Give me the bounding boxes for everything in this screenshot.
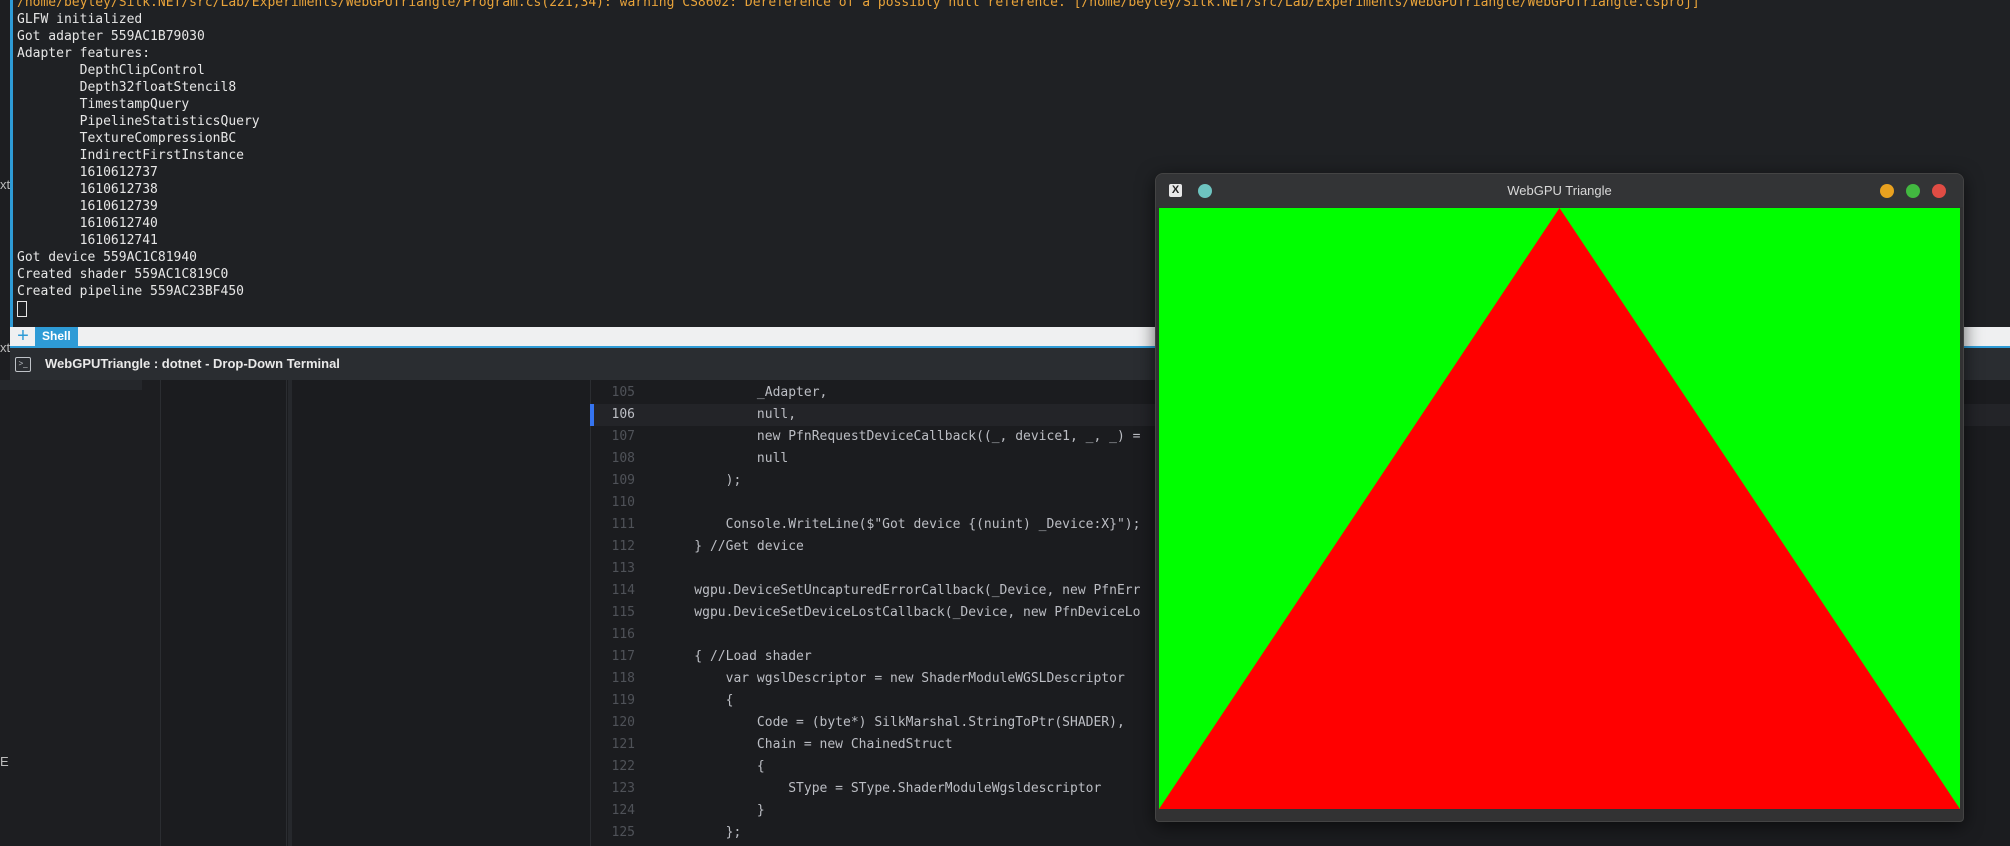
code-text: Console.WriteLine($"Got device {(nuint) … bbox=[663, 517, 1141, 532]
line-number: 117 bbox=[611, 649, 635, 664]
x-app-icon[interactable]: X bbox=[1169, 184, 1182, 197]
line-number: 119 bbox=[611, 693, 635, 708]
window-title: WebGPU Triangle bbox=[1507, 183, 1612, 198]
add-tab-button[interactable]: + bbox=[13, 326, 33, 346]
render-canvas[interactable] bbox=[1159, 208, 1960, 809]
line-number: 123 bbox=[611, 781, 635, 796]
code-text: ); bbox=[663, 473, 742, 488]
terminal-line: Got adapter 559AC1B79030 bbox=[17, 29, 205, 44]
terminal-line: TimestampQuery bbox=[17, 97, 190, 112]
line-number: 108 bbox=[611, 451, 635, 466]
line-number: 118 bbox=[611, 671, 635, 686]
terminal-line: Depth32floatStencil8 bbox=[17, 80, 237, 95]
tab-shell[interactable]: Shell bbox=[35, 327, 78, 346]
line-number: 113 bbox=[611, 561, 635, 576]
line-number: 111 bbox=[611, 517, 635, 532]
line-number: 121 bbox=[611, 737, 635, 752]
line-number: 109 bbox=[611, 473, 635, 488]
line-number: 107 bbox=[611, 429, 635, 444]
code-text: _Adapter, bbox=[663, 385, 828, 400]
code-text: SType = SType.ShaderModuleWgsldescriptor bbox=[663, 781, 1102, 796]
code-text: } bbox=[663, 803, 765, 818]
terminal-line: TextureCompressionBC bbox=[17, 131, 237, 146]
terminal-icon: >_ bbox=[15, 357, 31, 372]
webgpu-window[interactable]: WebGPU Triangle X bbox=[1155, 173, 1964, 822]
close-button[interactable] bbox=[1932, 184, 1946, 198]
line-number: 115 bbox=[611, 605, 635, 620]
webgpu-titlebar[interactable]: WebGPU Triangle X bbox=[1156, 174, 1963, 207]
line-number: 110 bbox=[611, 495, 635, 510]
maximize-button[interactable] bbox=[1906, 184, 1920, 198]
build-warning-line: /home/beyley/Silk.NET/src/Lab/Experiment… bbox=[17, 0, 1700, 10]
line-number: 106 bbox=[611, 407, 635, 422]
terminal-title: WebGPUTriangle : dotnet - Drop-Down Term… bbox=[45, 356, 340, 371]
code-text: }; bbox=[663, 825, 742, 840]
code-text: null, bbox=[663, 407, 797, 422]
line-number: 114 bbox=[611, 583, 635, 598]
panel-text-fragment: E bbox=[0, 754, 9, 769]
code-text: wgpu.DeviceSetUncapturedErrorCallback(_D… bbox=[663, 583, 1141, 598]
terminal-line: DepthClipControl bbox=[17, 63, 205, 78]
line-number: 122 bbox=[611, 759, 635, 774]
code-text: Code = (byte*) SilkMarshal.StringToPtr(S… bbox=[663, 715, 1125, 730]
code-text: new PfnRequestDeviceCallback((_, device1… bbox=[663, 429, 1141, 444]
code-line[interactable]: 125 }; bbox=[590, 822, 2010, 844]
panel-edge bbox=[0, 380, 142, 390]
line-number: 125 bbox=[611, 825, 635, 840]
cursor bbox=[17, 300, 27, 317]
terminal-line: PipelineStatisticsQuery bbox=[17, 114, 260, 129]
line-number: 124 bbox=[611, 803, 635, 818]
line-number: 105 bbox=[611, 385, 635, 400]
line-number: 112 bbox=[611, 539, 635, 554]
code-text: { bbox=[663, 759, 765, 774]
code-text: wgpu.DeviceSetDeviceLostCallback(_Device… bbox=[663, 605, 1141, 620]
terminal-line: IndirectFirstInstance bbox=[17, 148, 244, 163]
code-text: { bbox=[663, 693, 734, 708]
code-text: Chain = new ChainedStruct bbox=[663, 737, 953, 752]
code-text: var wgslDescriptor = new ShaderModuleWGS… bbox=[663, 671, 1125, 686]
code-text: null bbox=[663, 451, 789, 466]
minimize-button[interactable] bbox=[1880, 184, 1894, 198]
line-number: 120 bbox=[611, 715, 635, 730]
code-text: { //Load shader bbox=[663, 649, 812, 664]
pin-button[interactable] bbox=[1198, 184, 1212, 198]
line-number: 116 bbox=[611, 627, 635, 642]
terminal-line: Adapter features: bbox=[17, 46, 151, 61]
terminal-line: GLFW initialized bbox=[17, 12, 143, 27]
code-text: } //Get device bbox=[663, 539, 804, 554]
